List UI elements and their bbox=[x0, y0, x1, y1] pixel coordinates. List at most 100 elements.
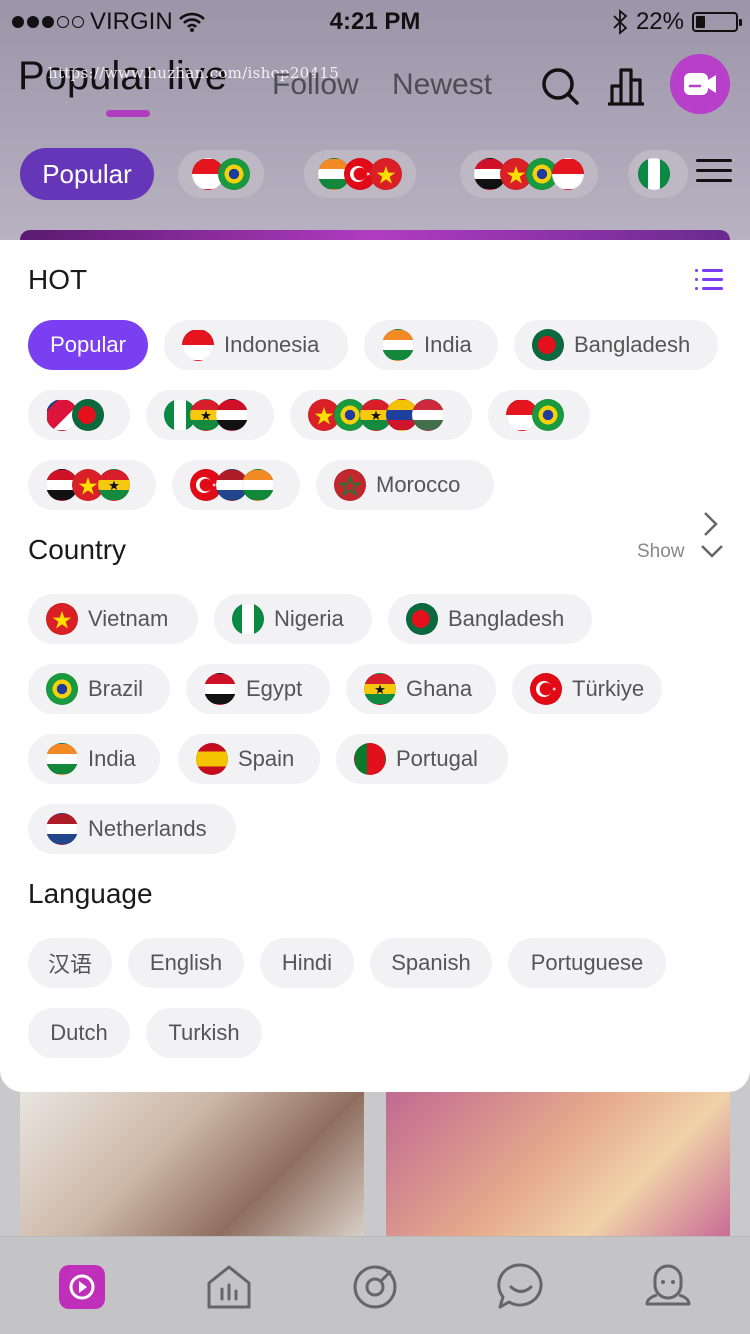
india-flag-icon bbox=[382, 329, 414, 361]
brazil-flag-icon bbox=[532, 399, 564, 431]
indonesia-flag-icon bbox=[182, 329, 214, 361]
vietnam-flag-icon bbox=[370, 158, 402, 190]
chevron-down-icon[interactable] bbox=[700, 543, 724, 561]
flag-stack bbox=[190, 469, 274, 501]
hot-chip-flag-group[interactable] bbox=[172, 460, 300, 510]
top-nav: Popular live https://www.huzhan.com/isho… bbox=[0, 54, 750, 124]
chip-label: Nigeria bbox=[274, 606, 344, 631]
flag-stack bbox=[182, 329, 214, 361]
spain-flag-icon bbox=[196, 743, 228, 775]
country-chip-turkey[interactable]: Türkiye bbox=[512, 664, 662, 714]
morocco-flag-icon bbox=[334, 469, 366, 501]
flag-stack bbox=[308, 399, 444, 431]
hungary-flag-icon bbox=[412, 399, 444, 431]
flag-stack bbox=[164, 399, 248, 431]
country-chip-vietnam[interactable]: Vietnam bbox=[28, 594, 198, 644]
region-chip-row: Popular bbox=[0, 148, 750, 202]
egypt-flag-icon bbox=[204, 673, 236, 705]
chip-label: Bangladesh bbox=[448, 606, 565, 631]
chat-icon[interactable] bbox=[496, 1261, 546, 1311]
bottom-nav bbox=[0, 1236, 750, 1334]
nigeria-flag-icon bbox=[638, 158, 670, 190]
country-chip-netherlands[interactable]: Netherlands bbox=[28, 804, 236, 854]
chip-label: Netherlands bbox=[88, 816, 207, 841]
bangladesh-flag-icon bbox=[532, 329, 564, 361]
chevron-right-icon[interactable] bbox=[702, 510, 720, 538]
language-chip[interactable]: Hindi bbox=[260, 938, 354, 988]
hot-chip-flag-group[interactable] bbox=[146, 390, 274, 440]
hot-chip-flag-group[interactable] bbox=[28, 460, 156, 510]
chip-label: Indonesia bbox=[224, 332, 320, 357]
video-camera-icon bbox=[684, 73, 716, 95]
language-chip[interactable]: Spanish bbox=[370, 938, 492, 988]
netherlands-flag-icon bbox=[46, 813, 78, 845]
search-icon[interactable] bbox=[538, 64, 582, 108]
discover-icon[interactable] bbox=[350, 1261, 400, 1311]
language-chip[interactable]: 汉语 bbox=[28, 938, 112, 988]
chip-label: Popular bbox=[50, 332, 126, 357]
chip-group[interactable] bbox=[628, 150, 688, 198]
hot-chip-flag-group[interactable] bbox=[488, 390, 590, 440]
flag-stack bbox=[334, 469, 366, 501]
chip-popular[interactable]: Popular bbox=[20, 148, 154, 200]
live-icon[interactable] bbox=[57, 1261, 107, 1311]
chip-label: Spain bbox=[238, 746, 295, 771]
show-more-label[interactable]: Show bbox=[637, 541, 685, 563]
list-icon[interactable] bbox=[695, 269, 723, 293]
portugal-flag-icon bbox=[354, 743, 386, 775]
profile-icon[interactable] bbox=[643, 1261, 693, 1311]
go-live-button[interactable] bbox=[670, 54, 730, 114]
ghana-flag-icon bbox=[364, 673, 396, 705]
indonesia-flag-icon bbox=[552, 158, 584, 190]
country-chip-bangladesh[interactable]: Bangladesh bbox=[388, 594, 592, 644]
country-chip-ghana[interactable]: Ghana bbox=[346, 664, 496, 714]
country-chip-spain[interactable]: Spain bbox=[178, 734, 320, 784]
home-icon[interactable] bbox=[204, 1261, 254, 1311]
chip-group[interactable] bbox=[304, 150, 416, 198]
tab-follow[interactable]: Follow bbox=[272, 68, 359, 102]
stream-thumbnail[interactable] bbox=[20, 1092, 364, 1237]
chip-group[interactable] bbox=[460, 150, 598, 198]
india-flag-icon bbox=[46, 743, 78, 775]
country-chip-egypt[interactable]: Egypt bbox=[186, 664, 330, 714]
region-filter-panel: HOT Popular Indonesia India Bangladesh Moroc… bbox=[0, 240, 750, 1092]
bluetooth-icon bbox=[613, 9, 628, 35]
section-title-hot: HOT bbox=[28, 264, 88, 295]
india-flag-icon bbox=[242, 469, 274, 501]
hot-chip-morocco[interactable]: Morocco bbox=[316, 460, 494, 510]
flag-stack bbox=[532, 329, 564, 361]
vietnam-flag-icon bbox=[46, 603, 78, 635]
chip-label: Ghana bbox=[406, 676, 473, 701]
ghana-flag-icon bbox=[98, 469, 130, 501]
hot-chip-popular[interactable]: Popular bbox=[28, 320, 148, 370]
hot-chip-indonesia[interactable]: Indonesia bbox=[164, 320, 348, 370]
section-title-language: Language bbox=[28, 878, 153, 909]
ranking-icon[interactable] bbox=[604, 64, 648, 108]
hot-chip-flag-group[interactable] bbox=[290, 390, 472, 440]
stream-thumbnail[interactable] bbox=[386, 1092, 730, 1237]
status-bar: VIRGIN 4:21 PM 22% bbox=[0, 0, 750, 40]
chip-label: Türkiye bbox=[572, 676, 645, 701]
hot-chip-bangladesh[interactable]: Bangladesh bbox=[514, 320, 718, 370]
country-chip-brazil[interactable]: Brazil bbox=[28, 664, 170, 714]
language-chip[interactable]: Dutch bbox=[28, 1008, 130, 1058]
language-chip[interactable]: Portuguese bbox=[508, 938, 666, 988]
language-chip[interactable]: English bbox=[128, 938, 244, 988]
hot-chip-india[interactable]: India bbox=[364, 320, 498, 370]
country-chip-india[interactable]: India bbox=[28, 734, 160, 784]
egypt-flag-icon bbox=[216, 399, 248, 431]
language-chip[interactable]: Turkish bbox=[146, 1008, 262, 1058]
menu-icon[interactable] bbox=[696, 152, 732, 192]
chip-label: Vietnam bbox=[88, 606, 169, 631]
bangladesh-flag-icon bbox=[72, 399, 104, 431]
flag-stack bbox=[506, 399, 564, 431]
bangladesh-flag-icon bbox=[406, 603, 438, 635]
turkey-flag-icon bbox=[530, 673, 562, 705]
country-chip-portugal[interactable]: Portugal bbox=[336, 734, 508, 784]
hot-chip-flag-group[interactable] bbox=[28, 390, 130, 440]
tab-newest[interactable]: Newest bbox=[392, 68, 492, 102]
chip-group[interactable] bbox=[178, 150, 264, 198]
chip-label: Portugal bbox=[396, 746, 478, 771]
flag-stack bbox=[382, 329, 414, 361]
country-chip-nigeria[interactable]: Nigeria bbox=[214, 594, 372, 644]
